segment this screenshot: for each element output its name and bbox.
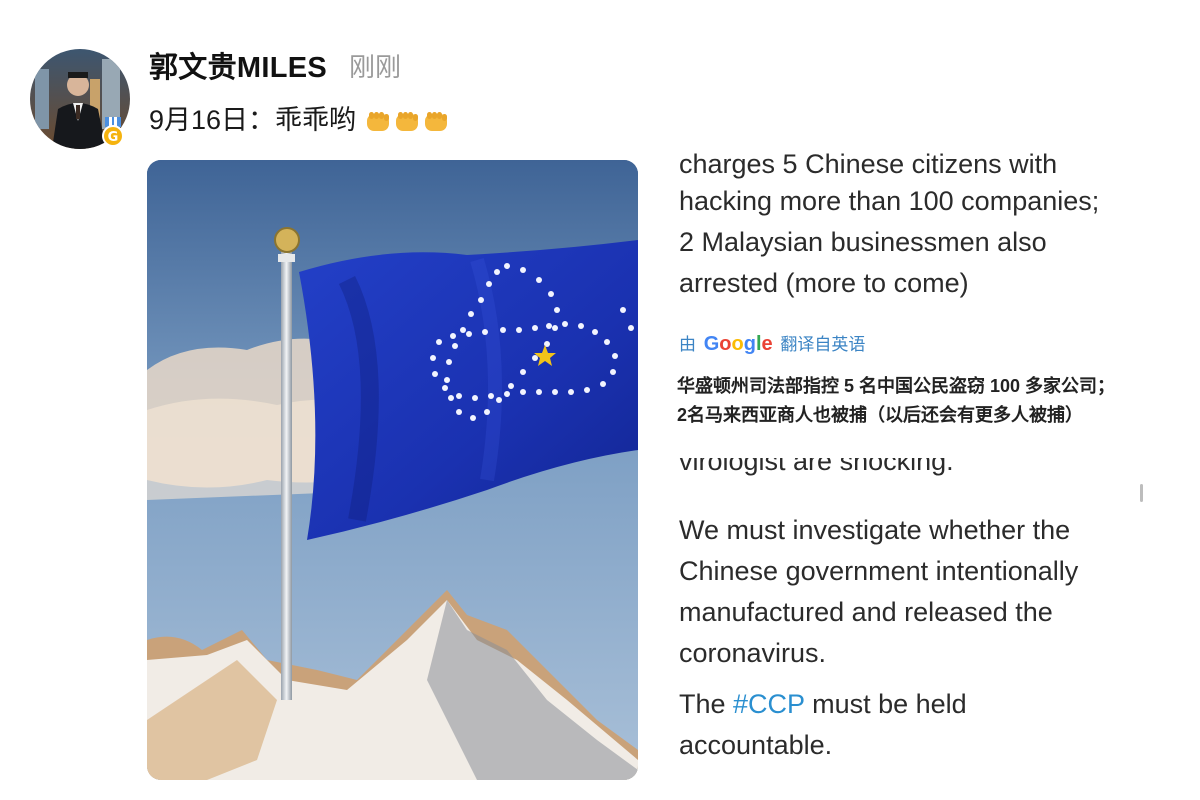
tweet-text: must be held xyxy=(804,689,967,719)
tweet-line: hacking more than 100 companies; xyxy=(679,186,1100,216)
fist-emoji-icon xyxy=(424,111,447,131)
author-name[interactable]: 郭文贵MILES xyxy=(149,44,327,86)
embedded-tweet-top: charges 5 Chinese citizens with hacking … xyxy=(679,140,1139,300)
tweet-line: accountable. xyxy=(679,730,833,760)
tweet-line: We must investigate whether the xyxy=(679,515,1071,545)
fist-emoji-icon xyxy=(395,111,418,131)
svg-text:G: G xyxy=(108,130,119,145)
translation-source[interactable]: 由 Google 翻译自英语 xyxy=(679,330,865,356)
fist-emoji-group xyxy=(356,105,451,135)
translation-prefix: 由 xyxy=(679,335,696,354)
hashtag-link[interactable]: #CCP xyxy=(733,689,805,719)
tweet-line: Chinese government intentionally xyxy=(679,556,1079,586)
translation-suffix: 翻译自英语 xyxy=(780,335,866,354)
google-logo: Google xyxy=(703,333,773,355)
fist-emoji-icon xyxy=(366,111,389,131)
tweet-body: hacking more than 100 companies; 2 Malay… xyxy=(679,181,1099,300)
post-timestamp: 刚刚 xyxy=(349,52,402,82)
tweet-line: coronavirus. xyxy=(679,638,827,668)
tweet-text: The xyxy=(679,689,734,719)
clipped-line: charges 5 Chinese citizens with xyxy=(679,149,1058,179)
clipped-line: virologist are shocking. xyxy=(679,458,954,476)
verified-medal-icon: G xyxy=(100,117,126,147)
scroll-indicator[interactable] xyxy=(1140,484,1143,502)
tweet-line: manufactured and released the xyxy=(679,597,1053,627)
tweet-paragraph: The #CCP must be held accountable. xyxy=(679,684,967,766)
post-image-flag[interactable] xyxy=(147,160,638,780)
post-text-content: 9月16日：乖乖哟 xyxy=(149,105,357,135)
translated-text: 华盛顿州司法部指控 5 名中国公民盗窃 100 多家公司； 2名马来西亚商人也被… xyxy=(677,376,1116,425)
tweet-line: arrested (more to come) xyxy=(679,268,969,298)
tweet-paragraph: We must investigate whether the Chinese … xyxy=(679,510,1078,674)
tweet-line: The #CCP must be held xyxy=(679,684,967,725)
embedded-tweet-bottom: virologist are shocking. We must investi… xyxy=(679,458,1139,768)
tweet-line: 2 Malaysian businessmen also xyxy=(679,227,1047,257)
post-text: 9月16日：乖乖哟 xyxy=(149,98,451,137)
